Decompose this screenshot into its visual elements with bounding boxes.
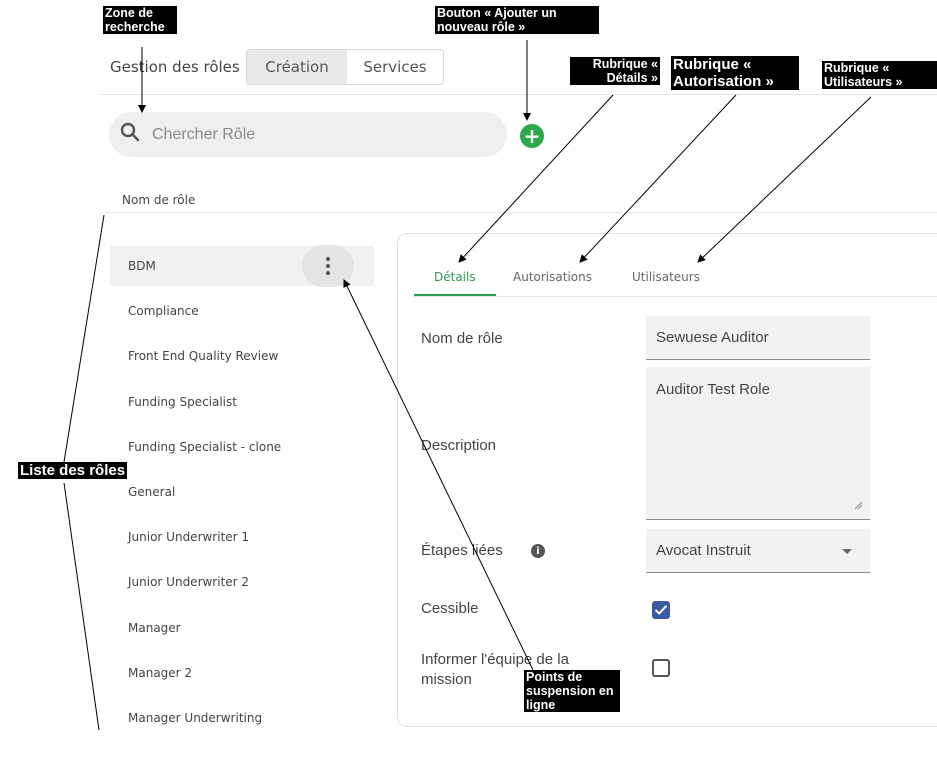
annotation-authorization-section: Rubrique « Autorisation »: [671, 56, 799, 90]
annotation-search-zone: Zone de recherche: [103, 6, 177, 34]
annotation-users-section: Rubrique « Utilisateurs »: [822, 61, 937, 89]
annotation-add-role-button: Bouton « Ajouter un nouveau rôle »: [435, 6, 599, 34]
annotation-details-section: Rubrique « Détails »: [570, 57, 660, 85]
annotation-arrows: [63, 40, 872, 731]
annotation-role-list: Liste des rôles: [18, 462, 128, 479]
annotation-inline-ellipsis: Points de suspension en ligne: [524, 670, 620, 712]
